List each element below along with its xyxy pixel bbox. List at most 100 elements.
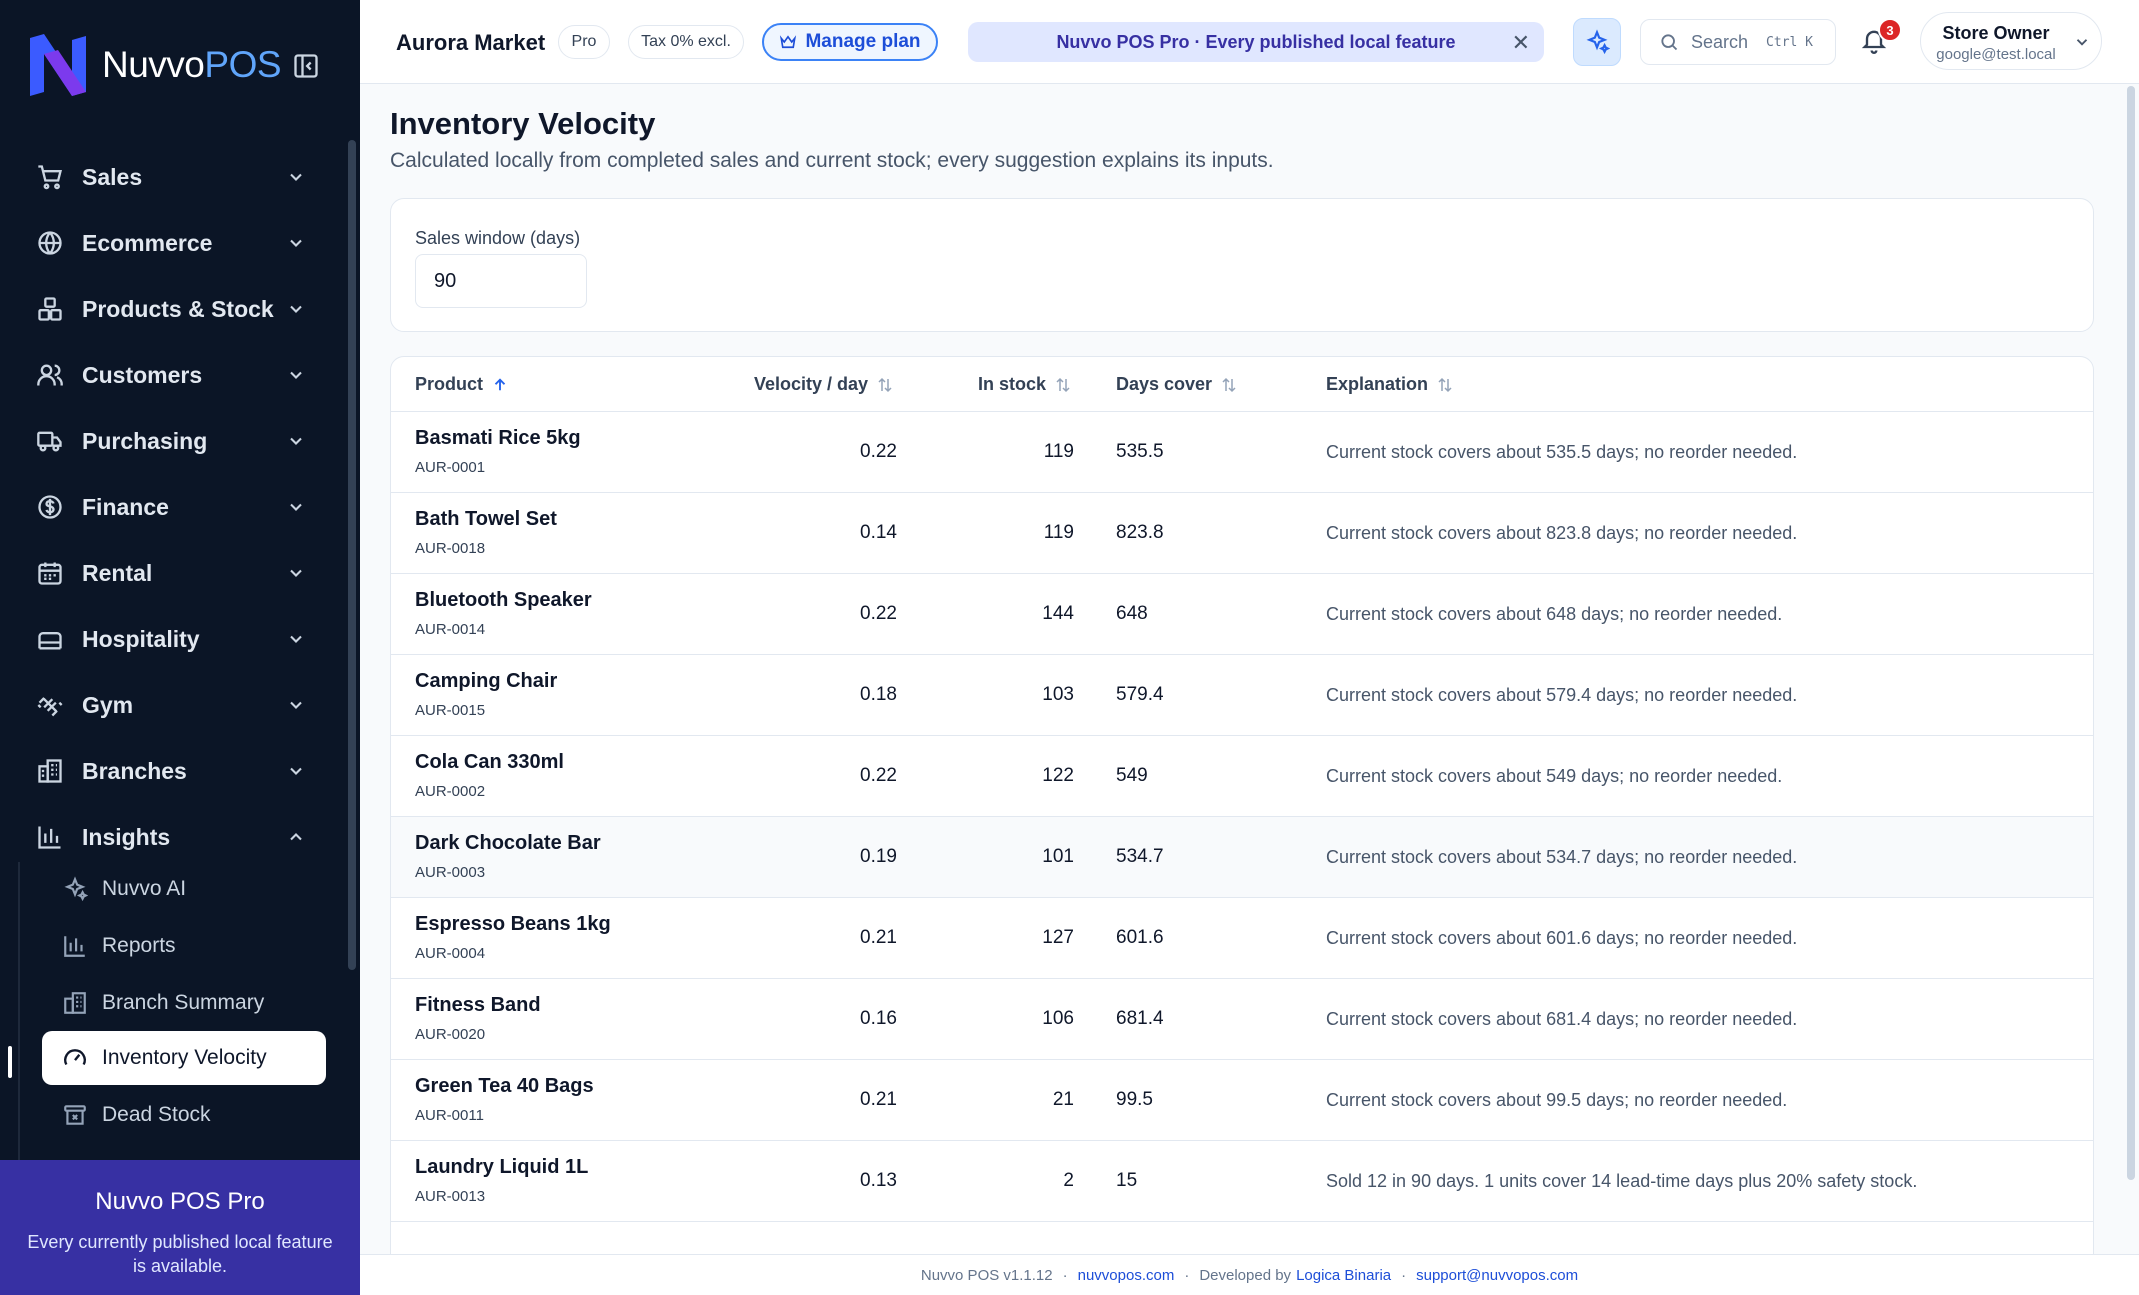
column-header-product[interactable]: Product bbox=[415, 374, 509, 395]
column-header-explanation[interactable]: Explanation bbox=[1326, 374, 1454, 395]
days-cover-value: 535.5 bbox=[1116, 441, 1164, 462]
velocity-value: 0.22 bbox=[860, 603, 897, 624]
sidebar-item-label: Insights bbox=[82, 823, 171, 850]
page-subtitle: Calculated locally from completed sales … bbox=[390, 149, 1274, 172]
sidebar-item-hospitality[interactable]: Hospitality bbox=[0, 606, 350, 672]
table-row[interactable]: Camping Chair AUR-0015 0.18 103 579.4 Current… bbox=[391, 655, 2093, 736]
product-sku: AUR-0015 bbox=[415, 702, 486, 719]
table-row[interactable]: Espresso Beans 1kg AUR-0004 0.21 127 601.6 Cu… bbox=[391, 898, 2093, 979]
days-cover-value: 681.4 bbox=[1116, 1008, 1164, 1029]
table-row[interactable]: Cola Can 330ml AUR-0002 0.22 122 549 Current … bbox=[391, 736, 2093, 817]
store-name[interactable]: Aurora Market bbox=[396, 30, 545, 56]
velocity-value: 0.14 bbox=[860, 522, 897, 543]
product-sku: AUR-0014 bbox=[415, 621, 486, 638]
sidebar-item-products-stock[interactable]: Products & Stock bbox=[0, 276, 350, 342]
ai-assistant-button[interactable] bbox=[1573, 18, 1621, 66]
stock-value: 127 bbox=[1042, 927, 1074, 948]
sales-window-input[interactable] bbox=[415, 254, 587, 308]
explanation-text: Current stock covers about 648 days; no … bbox=[1326, 604, 1783, 624]
explanation-text: Sold 12 in 90 days. 1 units cover 14 lea… bbox=[1326, 1171, 1918, 1191]
days-cover-value: 579.4 bbox=[1116, 684, 1164, 705]
manage-plan-label: Manage plan bbox=[805, 31, 921, 52]
velocity-value: 0.22 bbox=[860, 765, 897, 786]
sidebar-scrollbar[interactable] bbox=[348, 140, 356, 970]
subnav-item-nuvvo-ai[interactable]: Nuvvo AI bbox=[42, 862, 326, 916]
page-scrollbar[interactable] bbox=[2127, 86, 2135, 1180]
sidebar-item-sales[interactable]: Sales bbox=[0, 144, 350, 210]
column-label: Product bbox=[415, 374, 484, 394]
user-name: Store Owner bbox=[1942, 23, 2050, 43]
sidebar-item-branches[interactable]: Branches bbox=[0, 738, 350, 804]
tax-badge[interactable]: Tax 0% excl. bbox=[628, 25, 744, 59]
sidebar-item-gym[interactable]: Gym bbox=[0, 672, 350, 738]
chevron-down-icon bbox=[290, 569, 302, 577]
product-name: Basmati Rice 5kg bbox=[415, 427, 581, 449]
page-title: Inventory Velocity bbox=[390, 106, 656, 141]
velocity-table: Product Velocity / day In stock Days cov… bbox=[390, 356, 2094, 1295]
subnav-item-reports[interactable]: Reports bbox=[42, 919, 326, 973]
table-row[interactable]: Fitness Band AUR-0020 0.16 106 681.4 Current … bbox=[391, 979, 2093, 1060]
user-menu[interactable]: Store Owner google@test.local bbox=[1920, 12, 2102, 70]
table-row[interactable]: Basmati Rice 5kg AUR-0001 0.22 119 535.5 Curr… bbox=[391, 412, 2093, 493]
product-sku: AUR-0011 bbox=[415, 1107, 484, 1124]
search-input[interactable]: Search Ctrl K bbox=[1640, 19, 1836, 65]
days-cover-value: 648 bbox=[1116, 603, 1148, 624]
sidebar-collapse-icon[interactable] bbox=[292, 52, 320, 80]
sidebar-item-rental[interactable]: Rental bbox=[0, 540, 350, 606]
sidebar-item-customers[interactable]: Customers bbox=[0, 342, 350, 408]
product-sku: AUR-0004 bbox=[415, 945, 486, 962]
subnav-item-label: Branch Summary bbox=[102, 991, 265, 1014]
column-header-stock[interactable]: In stock bbox=[978, 374, 1072, 395]
product-name: Dark Chocolate Bar bbox=[415, 832, 601, 854]
subnav-rail bbox=[18, 862, 20, 1162]
website-link[interactable]: nuvvopos.com bbox=[1078, 1267, 1175, 1284]
users-icon bbox=[37, 364, 63, 386]
sidebar: NuvvoPOS Sales Ecommerce Products & Stoc… bbox=[0, 0, 360, 1295]
manage-plan-button[interactable]: Manage plan bbox=[762, 23, 938, 61]
product-name: Green Tea 40 Bags bbox=[415, 1075, 594, 1097]
close-icon[interactable]: ✕ bbox=[1512, 30, 1530, 56]
sidebar-item-insights[interactable]: Insights bbox=[0, 804, 350, 870]
sparkles-icon bbox=[64, 876, 88, 902]
velocity-value: 0.18 bbox=[860, 684, 897, 705]
globe-icon bbox=[38, 231, 62, 255]
company-link[interactable]: Logica Binaria bbox=[1296, 1267, 1391, 1284]
sidebar-item-ecommerce[interactable]: Ecommerce bbox=[0, 210, 350, 276]
table-row[interactable]: Laundry Liquid 1L AUR-0013 0.13 2 15 Sold 12 … bbox=[391, 1141, 2093, 1222]
footer: Nuvvo POS v1.1.12 · nuvvopos.com · Devel… bbox=[360, 1254, 2139, 1295]
subnav-item-label: Nuvvo AI bbox=[102, 877, 187, 900]
product-name: Camping Chair bbox=[415, 670, 558, 692]
brand-logo[interactable]: NuvvoPOS bbox=[26, 32, 282, 98]
product-sku: AUR-0002 bbox=[415, 783, 486, 800]
sort-icon bbox=[1222, 377, 1236, 392]
footer-separator: · bbox=[1062, 1266, 1068, 1284]
velocity-value: 0.16 bbox=[860, 1008, 897, 1029]
subnav-item-branch-summary[interactable]: Branch Summary bbox=[42, 976, 326, 1030]
product-name: Bluetooth Speaker bbox=[415, 589, 592, 611]
product-sku: AUR-0013 bbox=[415, 1188, 486, 1205]
product-sku: AUR-0001 bbox=[415, 459, 486, 476]
table-row[interactable]: Bluetooth Speaker AUR-0014 0.22 144 648 Curre… bbox=[391, 574, 2093, 655]
product-name: Fitness Band bbox=[415, 994, 541, 1016]
subnav-item-dead-stock[interactable]: Dead Stock bbox=[42, 1088, 326, 1142]
column-header-cover[interactable]: Days cover bbox=[1116, 374, 1238, 395]
sidebar-item-finance[interactable]: Finance bbox=[0, 474, 350, 540]
subnav-item-label: Reports bbox=[102, 934, 176, 957]
sidebar-item-purchasing[interactable]: Purchasing bbox=[0, 408, 350, 474]
pro-banner: Nuvvo POS Pro · Every published local fe… bbox=[968, 22, 1544, 62]
brand-name: Nuvvo bbox=[102, 44, 205, 85]
table-row[interactable]: Green Tea 40 Bags AUR-0011 0.21 21 99.5 Curre… bbox=[391, 1060, 2093, 1141]
sidebar-item-label: Products & Stock bbox=[82, 295, 274, 322]
table-row[interactable]: Dark Chocolate Bar AUR-0003 0.19 101 534.7 Cu… bbox=[391, 817, 2093, 898]
sort-icon bbox=[878, 377, 892, 392]
chevron-down-icon bbox=[290, 305, 302, 313]
table-row[interactable]: Bath Towel Set AUR-0018 0.14 119 823.8 Curren… bbox=[391, 493, 2093, 574]
search-placeholder: Search bbox=[1691, 31, 1749, 52]
days-cover-value: 549 bbox=[1116, 765, 1148, 786]
support-email-link[interactable]: support@nuvvopos.com bbox=[1416, 1267, 1578, 1284]
search-icon bbox=[1661, 34, 1678, 51]
stock-value: 106 bbox=[1042, 1008, 1074, 1029]
building-icon bbox=[64, 992, 86, 1014]
column-header-velocity[interactable]: Velocity / day bbox=[754, 374, 894, 395]
subnav-item-inventory-velocity[interactable]: Inventory Velocity bbox=[42, 1031, 326, 1085]
